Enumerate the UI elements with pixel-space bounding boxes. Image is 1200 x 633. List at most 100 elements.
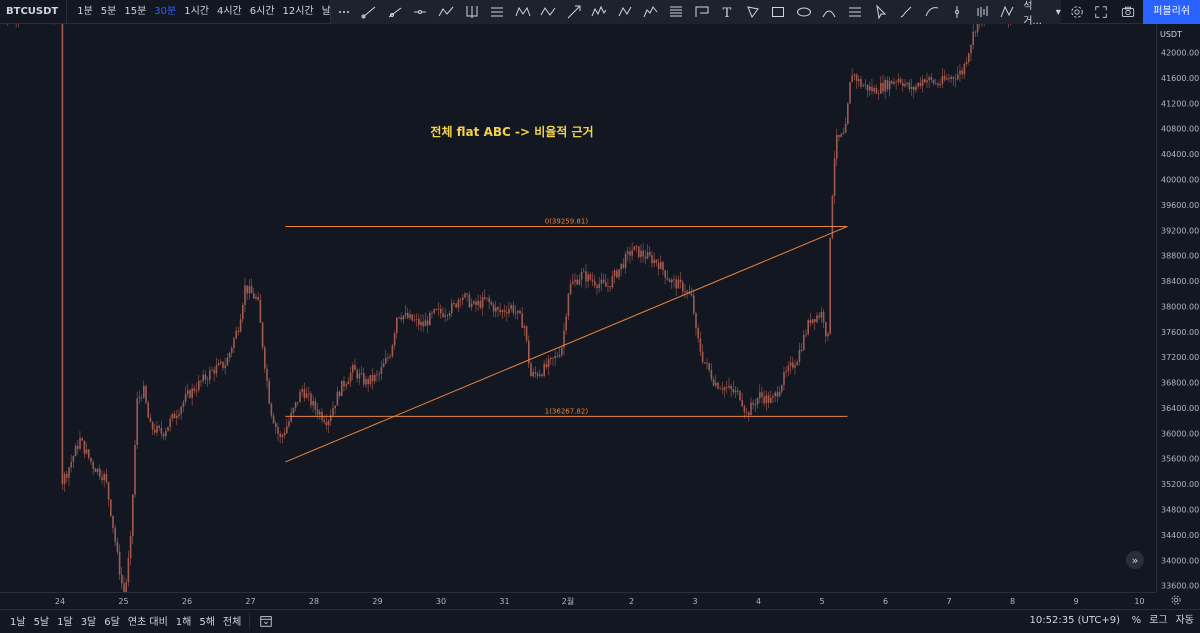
- candle-body: [470, 303, 473, 308]
- range-3m[interactable]: 3달: [77, 613, 101, 628]
- candle-body: [842, 133, 845, 134]
- candle-body: [382, 363, 385, 368]
- candle-body: [743, 406, 746, 413]
- range-1m[interactable]: 1달: [53, 613, 77, 628]
- candle-body: [63, 473, 66, 485]
- candle-body: [915, 86, 917, 91]
- range-5y[interactable]: 5해: [195, 613, 219, 628]
- candle-body: [930, 77, 933, 80]
- arc-icon[interactable]: [817, 0, 843, 24]
- candle-body: [378, 373, 380, 375]
- settings-gear-icon[interactable]: [1065, 0, 1089, 24]
- drawing-toolbar: T 석 거... ▾: [330, 0, 1061, 27]
- brush-icon[interactable]: [893, 0, 919, 24]
- pitchfork-icon[interactable]: [459, 0, 485, 24]
- candle-body: [272, 415, 275, 424]
- time-axis[interactable]: 24 25 26 27 28 29 30 31 2월 2 3 4 5 6 7 8 9 10: [0, 592, 1156, 608]
- long-position-icon[interactable]: [689, 0, 715, 24]
- candle-body: [613, 270, 616, 277]
- text-icon[interactable]: T: [714, 0, 740, 24]
- candle-body: [633, 246, 636, 251]
- range-ytd[interactable]: 연초 대비: [124, 613, 172, 628]
- path-icon[interactable]: [740, 0, 766, 24]
- arrow-icon[interactable]: [561, 0, 587, 24]
- clock[interactable]: 10:52:35 (UTC+9): [1030, 610, 1120, 632]
- trend-line-icon[interactable]: [357, 0, 383, 24]
- scroll-to-latest-button[interactable]: »: [1126, 551, 1144, 569]
- interval-1[interactable]: 5분: [97, 0, 121, 24]
- range-all[interactable]: 전체: [219, 613, 245, 628]
- chevron-down-icon[interactable]: ▾: [1056, 7, 1061, 18]
- interval-3[interactable]: 30분: [150, 0, 180, 24]
- percent-toggle[interactable]: %: [1132, 610, 1142, 632]
- currency-label[interactable]: USDT: [1160, 30, 1182, 39]
- interval-6[interactable]: 6시간: [246, 0, 279, 24]
- candle-body: [292, 408, 295, 413]
- vertical-line-icon[interactable]: [945, 0, 971, 24]
- interval-4[interactable]: 1시간: [180, 0, 213, 24]
- price-chart[interactable]: 0(39259.81) 1(36267.82) 전체 flat ABC -> 비…: [0, 24, 1156, 592]
- interval-2[interactable]: 15분: [120, 0, 150, 24]
- candle-body: [499, 309, 501, 313]
- ray-icon[interactable]: [382, 0, 408, 24]
- curve-icon[interactable]: [919, 0, 945, 24]
- polyline-icon[interactable]: [433, 0, 459, 24]
- wave-icon[interactable]: [587, 0, 613, 24]
- date-range-icon[interactable]: [254, 609, 278, 633]
- measure-icon[interactable]: [842, 0, 868, 24]
- candle-body: [418, 319, 420, 326]
- candle-body: [536, 373, 539, 376]
- rectangle-icon[interactable]: [766, 0, 792, 24]
- candle-body: [561, 347, 563, 355]
- more-tools-label[interactable]: 석 거...: [1023, 0, 1054, 27]
- horizontal-ray-icon[interactable]: [408, 0, 434, 24]
- candle-body: [598, 283, 600, 288]
- xabcd-pattern-icon[interactable]: [510, 0, 536, 24]
- interval-7[interactable]: 12시간: [279, 0, 318, 24]
- candle-body: [774, 392, 776, 397]
- price-tick-label: 40400.00: [1161, 150, 1199, 159]
- candle-body: [294, 402, 297, 409]
- date-tick-label: 2: [629, 597, 634, 606]
- candle-body: [389, 356, 391, 358]
- auto-toggle[interactable]: 자동: [1176, 610, 1194, 632]
- ellipse-icon[interactable]: [791, 0, 817, 24]
- range-1d[interactable]: 1날: [6, 613, 30, 628]
- cursor-icon[interactable]: [868, 0, 894, 24]
- price-axis[interactable]: 42000.00 41600.00 41200.00 40800.00 40400.00…: [1156, 24, 1200, 592]
- fullscreen-icon[interactable]: [1089, 0, 1113, 24]
- candle-body: [523, 326, 526, 328]
- candle-body: [904, 83, 906, 87]
- abcd-pattern-icon[interactable]: [536, 0, 562, 24]
- candle-body: [638, 246, 640, 258]
- axis-settings-icon[interactable]: [1164, 592, 1188, 608]
- candle-body: [833, 158, 836, 196]
- candle-body: [732, 389, 735, 393]
- cursor-dots-icon[interactable]: [331, 0, 357, 24]
- candle-body: [695, 313, 697, 328]
- camera-icon[interactable]: [1113, 0, 1143, 24]
- candle-body: [737, 390, 739, 392]
- candle-body: [547, 359, 550, 368]
- range-1y[interactable]: 1해: [172, 613, 196, 628]
- range-5d[interactable]: 5날: [30, 613, 54, 628]
- interval-0[interactable]: 1분: [73, 0, 97, 24]
- abc-wave-icon[interactable]: [612, 0, 638, 24]
- publish-button[interactable]: 퍼블리쉬: [1143, 0, 1200, 24]
- candle-body: [906, 82, 908, 84]
- bar-pattern-icon[interactable]: [970, 0, 996, 24]
- candle-body: [690, 293, 693, 296]
- log-toggle[interactable]: 로그: [1149, 610, 1167, 632]
- candle-body: [772, 396, 774, 398]
- parallel-channel-icon[interactable]: [484, 0, 510, 24]
- interval-5[interactable]: 4시간: [213, 0, 246, 24]
- range-6m[interactable]: 6달: [100, 613, 124, 628]
- candle-body: [290, 412, 292, 422]
- anchored-icon[interactable]: [996, 0, 1022, 24]
- candle-body: [365, 378, 367, 385]
- fib-channel-icon[interactable]: [663, 0, 689, 24]
- symbol-search[interactable]: BTCUSDT: [0, 0, 68, 24]
- candle-body: [651, 255, 653, 264]
- elliott-wave-icon[interactable]: [638, 0, 664, 24]
- price-tick-label: 37200.00: [1161, 353, 1199, 362]
